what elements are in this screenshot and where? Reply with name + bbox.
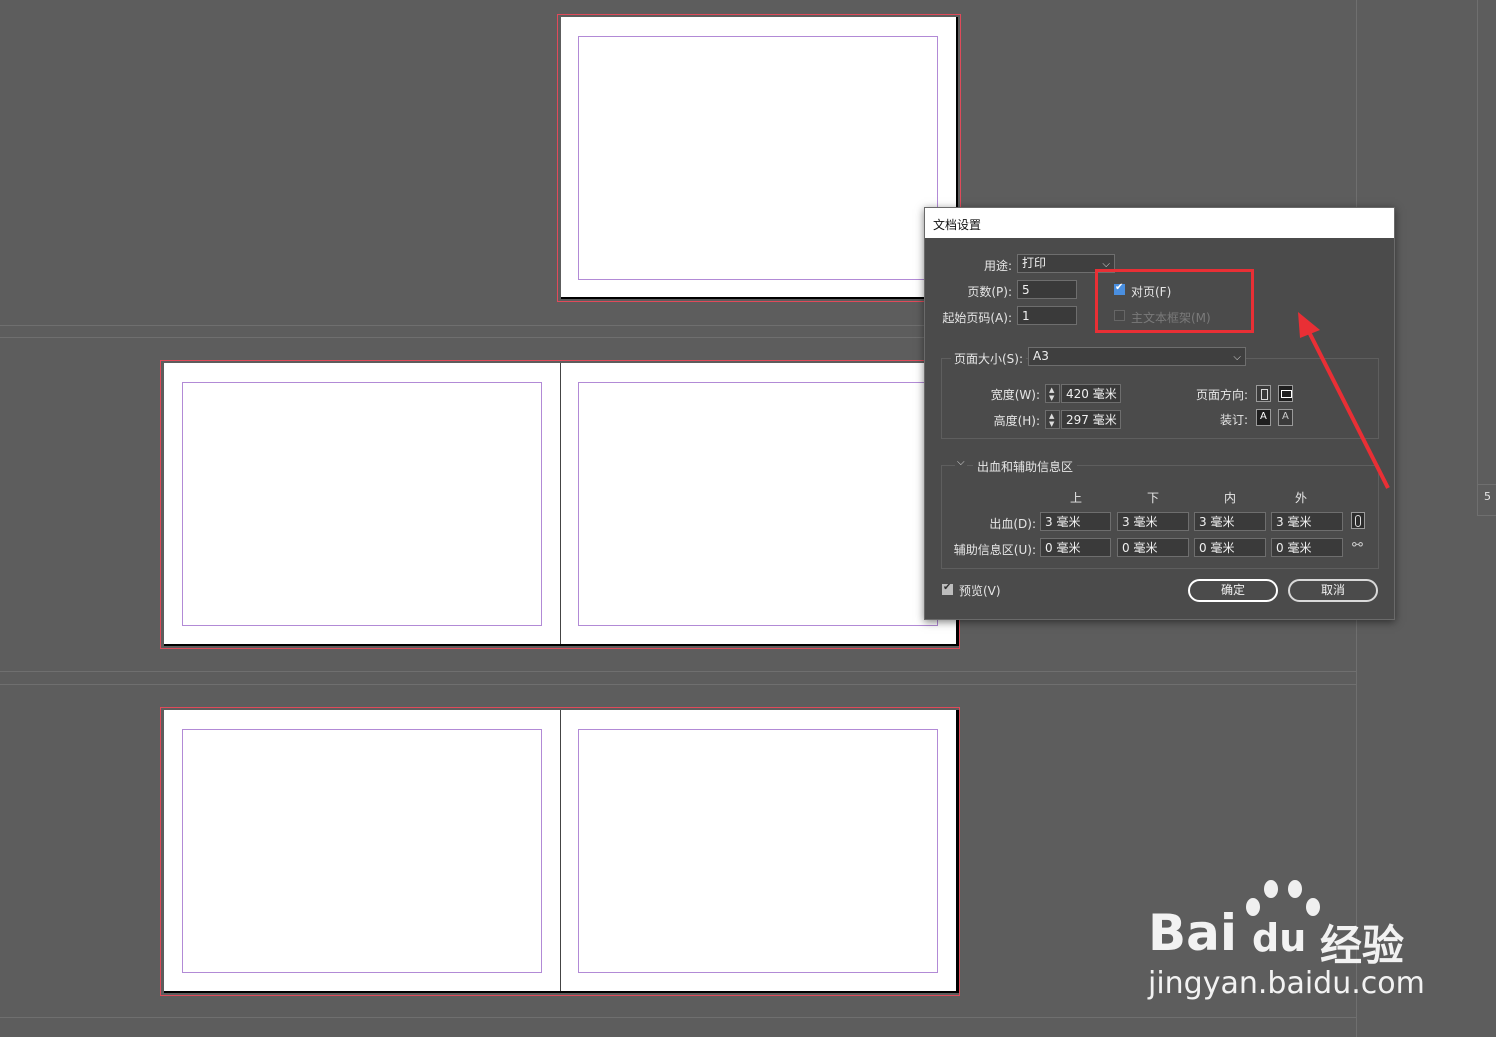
preview-checkbox[interactable]: ✔: [942, 582, 953, 595]
height-label: 高度(H):: [993, 414, 1040, 428]
start-page-input[interactable]: 1: [1017, 306, 1077, 325]
slug-inside-input[interactable]: 0 毫米: [1194, 538, 1266, 557]
red-arrow-icon: [1298, 312, 1390, 489]
bleed-outside-input[interactable]: 3 毫米: [1271, 512, 1343, 531]
margin-guide: [578, 36, 938, 280]
check-icon: ✔: [943, 582, 952, 593]
page-size-select[interactable]: A3 ⌵: [1028, 347, 1246, 366]
slug-outside-input[interactable]: 0 毫米: [1271, 538, 1343, 557]
spread-separator: [0, 1017, 1356, 1018]
slug-bottom-input[interactable]: 0 毫米: [1117, 538, 1189, 557]
width-stepper[interactable]: ▲ ▼: [1045, 384, 1060, 403]
dialog-titlebar[interactable]: 文档设置: [925, 208, 1394, 238]
start-page-label: 起始页码(A):: [942, 311, 1012, 325]
slug-label: 辅助信息区(U):: [953, 543, 1036, 557]
bleed-bottom-input[interactable]: 3 毫米: [1117, 512, 1189, 531]
chevron-down-icon: ⌵: [1233, 352, 1241, 363]
margin-guide: [182, 729, 542, 973]
orientation-label: 页面方向:: [1195, 388, 1248, 402]
width-input[interactable]: 420 毫米: [1061, 384, 1121, 403]
dialog-title: 文档设置: [933, 218, 982, 232]
broken-link-icon[interactable]: ⚯: [1352, 538, 1363, 553]
margin-guide: [182, 382, 542, 626]
intent-label: 用途:: [983, 259, 1012, 273]
left-to-right-binding-icon[interactable]: A: [1256, 409, 1271, 426]
link-icon[interactable]: [1351, 512, 1365, 529]
height-input[interactable]: 297 毫米: [1061, 410, 1121, 429]
ok-button[interactable]: 确定: [1188, 579, 1278, 602]
column-inside: 内: [1224, 491, 1237, 505]
margin-guide: [578, 729, 938, 973]
bleed-section-title: 出血和辅助信息区: [973, 458, 1078, 475]
height-stepper[interactable]: ▲ ▼: [1045, 410, 1060, 429]
pages-label: 页数(P):: [967, 285, 1012, 299]
watermark-logo-text-2: du: [1252, 916, 1307, 960]
side-panel-number: 5: [1484, 490, 1491, 503]
watermark-logo-text: Bai: [1148, 904, 1237, 962]
highlight-box: [1095, 269, 1254, 333]
column-top: 上: [1070, 491, 1083, 505]
page-size-label: 页面大小(S):: [951, 350, 1027, 367]
watermark-brand-text: 经验: [1320, 921, 1405, 970]
spread-separator: [0, 684, 1356, 685]
width-label: 宽度(W):: [990, 388, 1040, 402]
binding-label: 装订:: [1219, 413, 1248, 427]
slug-top-input[interactable]: 0 毫米: [1040, 538, 1111, 557]
bleed-inside-input[interactable]: 3 毫米: [1194, 512, 1266, 531]
bleed-top-input[interactable]: 3 毫米: [1040, 512, 1111, 531]
preview-label: 预览(V): [959, 584, 1001, 598]
chevron-down-icon[interactable]: ⌵: [955, 457, 967, 468]
watermark-url: jingyan.baidu.com: [1148, 966, 1425, 1001]
margin-guide: [578, 382, 938, 626]
portrait-orientation-icon[interactable]: [1256, 385, 1271, 402]
bleed-label: 出血(D):: [989, 517, 1036, 531]
side-panel[interactable]: 5: [1477, 0, 1496, 516]
spread-separator: [0, 671, 1356, 672]
cancel-button[interactable]: 取消: [1288, 579, 1378, 602]
column-bottom: 下: [1147, 491, 1160, 505]
pages-input[interactable]: 5: [1017, 280, 1077, 299]
